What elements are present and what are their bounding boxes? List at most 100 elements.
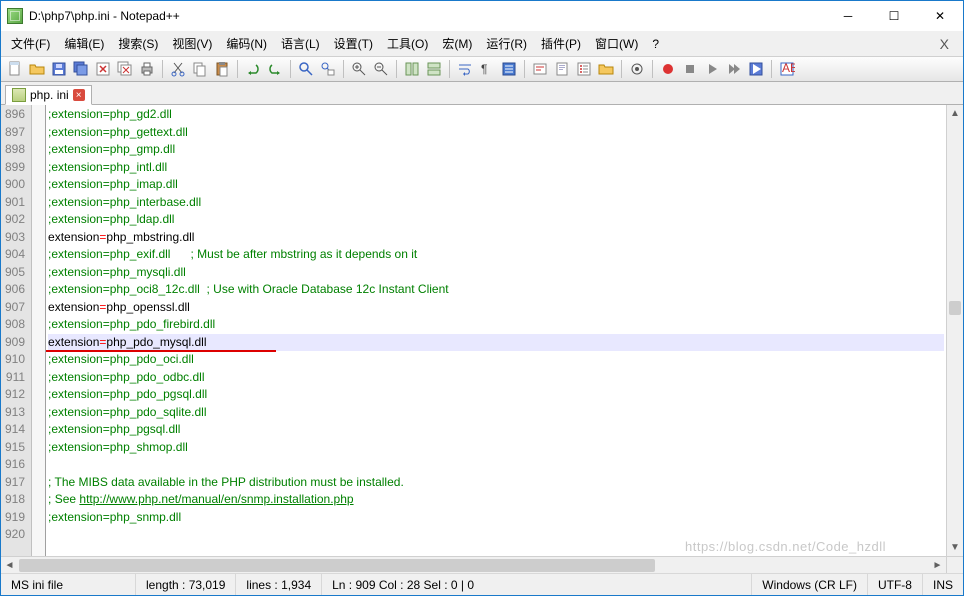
code-line[interactable]: ;extension=php_interbase.dll <box>48 194 944 212</box>
open-file-icon[interactable] <box>28 60 46 78</box>
undo-icon[interactable] <box>244 60 262 78</box>
code-line[interactable]: ;extension=php_gettext.dll <box>48 124 944 142</box>
code-line[interactable]: ; See http://www.php.net/manual/en/snmp.… <box>48 491 944 509</box>
status-encoding[interactable]: UTF-8 <box>868 574 923 595</box>
stop-icon[interactable] <box>681 60 699 78</box>
line-number[interactable]: 917 <box>5 474 25 492</box>
fold-margin[interactable] <box>32 105 46 556</box>
redo-icon[interactable] <box>266 60 284 78</box>
line-number[interactable]: 912 <box>5 386 25 404</box>
code-line[interactable]: ;extension=php_oci8_12c.dll ; Use with O… <box>48 281 944 299</box>
vertical-scrollbar[interactable]: ▲ ▼ <box>946 105 963 556</box>
code-line[interactable]: ;extension=php_pdo_firebird.dll <box>48 316 944 334</box>
paste-icon[interactable] <box>213 60 231 78</box>
folder-icon[interactable] <box>597 60 615 78</box>
vertical-scroll-thumb[interactable] <box>949 301 961 315</box>
save-macro-icon[interactable] <box>747 60 765 78</box>
spellcheck-icon[interactable]: ABC <box>778 60 796 78</box>
code-line[interactable]: ;extension=php_exif.dll ; Must be after … <box>48 246 944 264</box>
code-line[interactable]: ;extension=php_ldap.dll <box>48 211 944 229</box>
indent-guide-icon[interactable] <box>500 60 518 78</box>
zoom-in-icon[interactable] <box>350 60 368 78</box>
line-number[interactable]: 905 <box>5 264 25 282</box>
menu-item[interactable]: 编码(N) <box>220 33 273 54</box>
wordwrap-icon[interactable] <box>456 60 474 78</box>
line-number[interactable]: 918 <box>5 491 25 509</box>
horizontal-scroll-thumb[interactable] <box>19 559 655 572</box>
menu-item[interactable]: 编辑(E) <box>58 33 110 54</box>
horizontal-scrollbar[interactable]: ◄ ► <box>1 556 963 573</box>
find-icon[interactable] <box>297 60 315 78</box>
menu-item[interactable]: 设置(T) <box>328 33 379 54</box>
scroll-up-icon[interactable]: ▲ <box>947 105 963 122</box>
file-tab[interactable]: php. ini × <box>5 85 92 105</box>
tab-close-button[interactable]: × <box>73 89 85 101</box>
menu-item[interactable]: 语言(L) <box>275 33 326 54</box>
cut-icon[interactable] <box>169 60 187 78</box>
line-number[interactable]: 909 <box>5 334 25 352</box>
menu-item[interactable]: 搜索(S) <box>112 33 164 54</box>
save-icon[interactable] <box>50 60 68 78</box>
line-number[interactable]: 911 <box>5 369 25 387</box>
sync-v-icon[interactable] <box>403 60 421 78</box>
save-all-icon[interactable] <box>72 60 90 78</box>
line-number[interactable]: 903 <box>5 229 25 247</box>
menu-item[interactable]: 运行(R) <box>480 33 533 54</box>
line-number[interactable]: 898 <box>5 141 25 159</box>
replace-icon[interactable] <box>319 60 337 78</box>
code-line[interactable]: extension=php_mbstring.dll <box>48 229 944 247</box>
record-icon[interactable] <box>659 60 677 78</box>
all-chars-icon[interactable]: ¶ <box>478 60 496 78</box>
code-line[interactable]: ;extension=php_snmp.dll <box>48 509 944 527</box>
line-number[interactable]: 907 <box>5 299 25 317</box>
code-line[interactable]: ; The MIBS data available in the PHP dis… <box>48 474 944 492</box>
func-list-icon[interactable] <box>575 60 593 78</box>
menu-item[interactable]: 工具(O) <box>381 33 434 54</box>
code-line[interactable] <box>48 456 944 474</box>
code-line[interactable]: ;extension=php_gmp.dll <box>48 141 944 159</box>
line-number[interactable]: 913 <box>5 404 25 422</box>
close-all-icon[interactable] <box>116 60 134 78</box>
code-line[interactable]: ;extension=php_mysqli.dll <box>48 264 944 282</box>
close-icon[interactable] <box>94 60 112 78</box>
scroll-down-icon[interactable]: ▼ <box>947 539 963 556</box>
line-number[interactable]: 914 <box>5 421 25 439</box>
menu-item[interactable]: ? <box>646 35 665 53</box>
code-line[interactable]: ;extension=php_pgsql.dll <box>48 421 944 439</box>
title-bar[interactable]: D:\php7\php.ini - Notepad++ ─ ☐ ✕ <box>1 1 963 31</box>
line-number[interactable]: 920 <box>5 526 25 544</box>
lang-icon[interactable] <box>531 60 549 78</box>
code-line[interactable]: ;extension=php_pdo_sqlite.dll <box>48 404 944 422</box>
line-number[interactable]: 899 <box>5 159 25 177</box>
line-number[interactable]: 901 <box>5 194 25 212</box>
line-number[interactable]: 916 <box>5 456 25 474</box>
code-line[interactable]: extension=php_pdo_mysql.dll <box>48 334 944 352</box>
window-close-button[interactable]: ✕ <box>917 1 963 31</box>
play-multi-icon[interactable] <box>725 60 743 78</box>
line-number[interactable]: 904 <box>5 246 25 264</box>
line-number[interactable]: 910 <box>5 351 25 369</box>
monitor-icon[interactable] <box>628 60 646 78</box>
menu-item[interactable]: 窗口(W) <box>589 33 644 54</box>
close-document-button[interactable]: X <box>930 36 959 52</box>
line-number-gutter[interactable]: 8968978988999009019029039049059069079089… <box>1 105 32 556</box>
scroll-left-icon[interactable]: ◄ <box>1 560 18 571</box>
maximize-button[interactable]: ☐ <box>871 1 917 31</box>
code-line[interactable] <box>48 526 944 544</box>
line-number[interactable]: 896 <box>5 106 25 124</box>
minimize-button[interactable]: ─ <box>825 1 871 31</box>
code-line[interactable]: ;extension=php_pdo_odbc.dll <box>48 369 944 387</box>
line-number[interactable]: 908 <box>5 316 25 334</box>
scroll-right-icon[interactable]: ► <box>929 560 946 571</box>
code-line[interactable]: ;extension=php_pdo_pgsql.dll <box>48 386 944 404</box>
doc-map-icon[interactable] <box>553 60 571 78</box>
menu-item[interactable]: 插件(P) <box>535 33 587 54</box>
print-icon[interactable] <box>138 60 156 78</box>
status-insert-mode[interactable]: INS <box>923 574 963 595</box>
copy-icon[interactable] <box>191 60 209 78</box>
code-line[interactable]: extension=php_openssl.dll <box>48 299 944 317</box>
zoom-out-icon[interactable] <box>372 60 390 78</box>
sync-h-icon[interactable] <box>425 60 443 78</box>
new-file-icon[interactable] <box>6 60 24 78</box>
menu-item[interactable]: 文件(F) <box>5 33 56 54</box>
